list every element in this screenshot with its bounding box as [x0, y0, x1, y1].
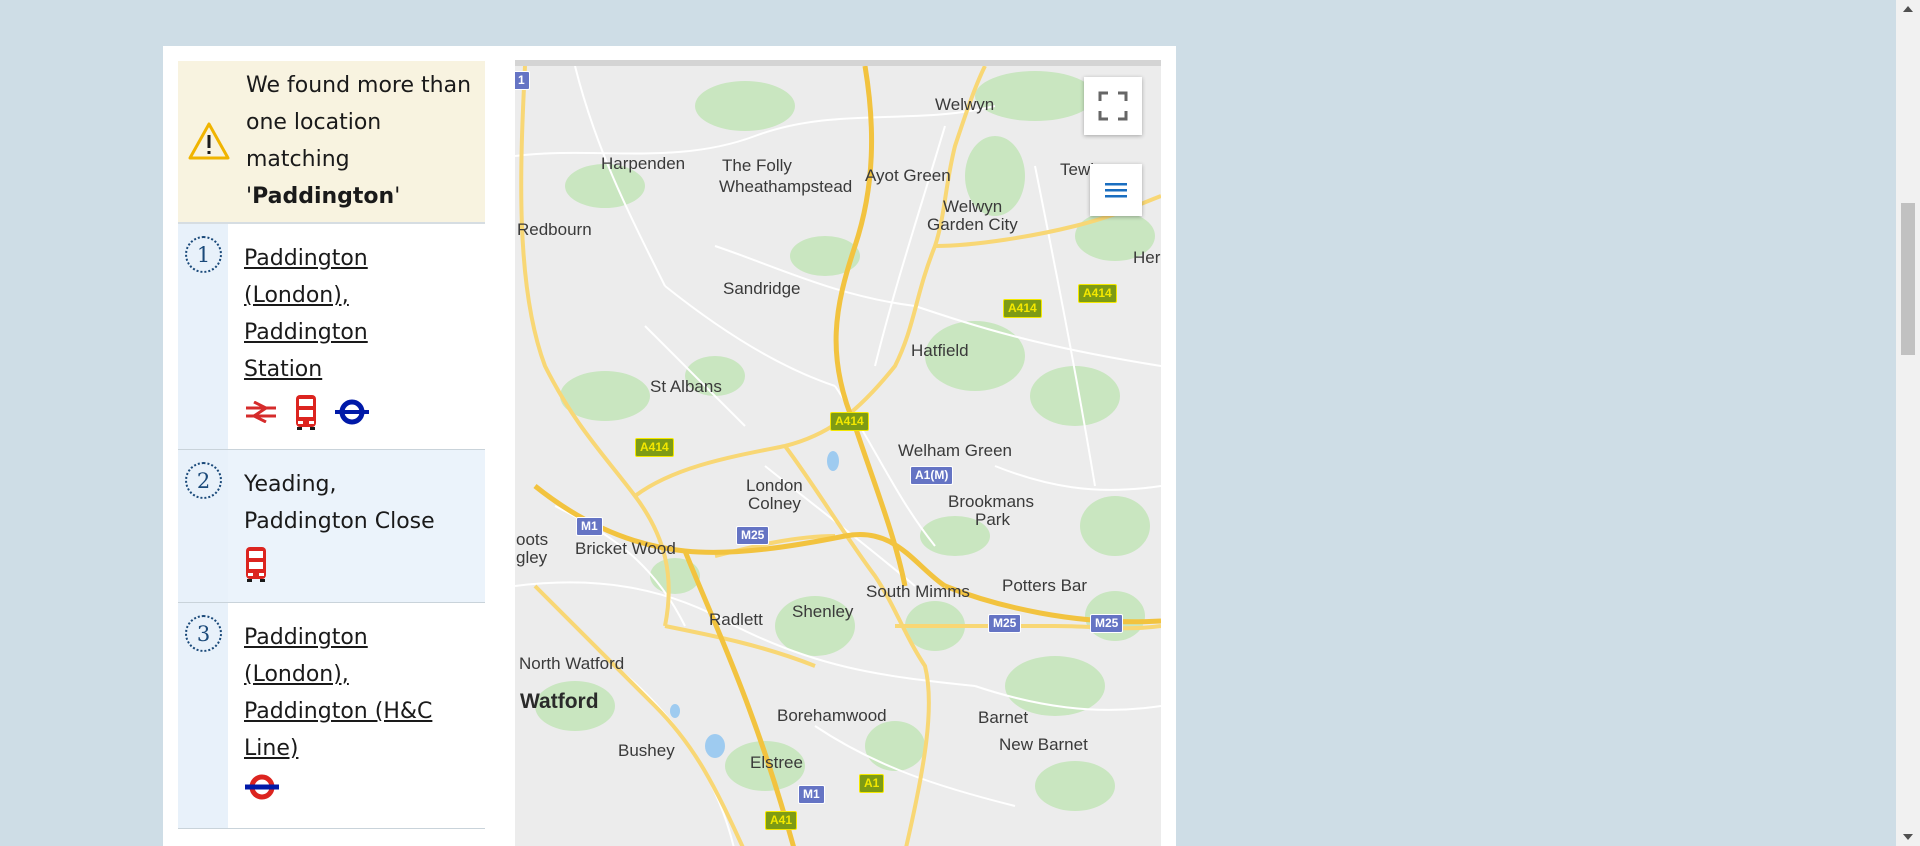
- number-column: 3: [178, 603, 228, 828]
- place-label: New Barnet: [999, 735, 1088, 754]
- map-menu-button[interactable]: [1090, 164, 1142, 216]
- place-label: oots: [516, 530, 549, 549]
- transport-modes: [244, 540, 475, 600]
- warning-line-1: We found more than: [246, 73, 472, 98]
- place-label: Hatfield: [911, 341, 969, 360]
- road-shield: A1(M): [910, 466, 954, 485]
- result-number: 2: [185, 462, 222, 499]
- transport-modes: [244, 388, 475, 448]
- place-label: The Folly: [722, 156, 792, 175]
- result-link-line[interactable]: Paddington: [244, 625, 368, 650]
- list-item[interactable]: 3 Paddington (London), Paddington (H&C L…: [178, 603, 485, 829]
- result-title[interactable]: Paddington (London), Paddington Station: [244, 240, 475, 388]
- warning-line-3: matching: [246, 147, 350, 172]
- result-title-line: Yeading,: [244, 472, 337, 497]
- scroll-up-arrow-icon[interactable]: [1903, 6, 1913, 12]
- place-label: Potters Bar: [1002, 576, 1088, 595]
- place-label: Wheathampstead: [719, 177, 853, 196]
- place-label: Borehamwood: [777, 706, 887, 725]
- result-link-line[interactable]: Paddington: [244, 320, 368, 345]
- place-label: Watford: [520, 690, 599, 713]
- place-label: Welwyn: [943, 197, 1003, 216]
- place-label: Radlett: [709, 610, 763, 629]
- place-label: Bricket Wood: [575, 539, 676, 558]
- place-label: Welwyn: [935, 95, 995, 114]
- bus-icon: [246, 547, 266, 582]
- warning-icon: [188, 122, 230, 160]
- overground-icon: [335, 399, 369, 425]
- result-title[interactable]: Paddington (London), Paddington (H&C Lin…: [244, 619, 475, 767]
- place-label: Park: [975, 510, 1010, 529]
- place-label: Colney: [748, 494, 801, 513]
- warning-message: We found more than one location matching…: [246, 67, 477, 215]
- fullscreen-button[interactable]: [1084, 77, 1142, 135]
- search-query: Paddington: [252, 184, 395, 209]
- road-shield: A1: [859, 774, 885, 793]
- number-column: 2: [178, 450, 228, 602]
- place-label: Sandridge: [723, 279, 801, 298]
- underground-icon: [245, 774, 279, 800]
- place-label: Garden City: [927, 215, 1018, 234]
- bus-icon: [296, 395, 316, 430]
- result-link-line[interactable]: (London),: [244, 283, 349, 308]
- quote-close: ': [394, 184, 401, 209]
- result-link-line[interactable]: Paddington (H&C: [244, 699, 432, 724]
- national-rail-icon: [246, 401, 276, 423]
- place-label: South Mimms: [866, 582, 970, 601]
- result-link-line[interactable]: Station: [244, 357, 322, 382]
- road-shield: A414: [1003, 299, 1042, 318]
- place-label: gley: [516, 548, 548, 567]
- transport-modes: [244, 767, 475, 819]
- place-label: Barnet: [978, 708, 1029, 727]
- road-shield: A414: [830, 412, 869, 431]
- results-list: We found more than one location matching…: [178, 61, 485, 846]
- place-label: Harpenden: [601, 154, 686, 173]
- place-label: Elstree: [750, 753, 803, 772]
- place-label: Her: [1133, 248, 1161, 267]
- place-label: St Albans: [650, 377, 722, 396]
- road-shield: A41: [765, 811, 798, 830]
- result-number: 1: [185, 236, 222, 273]
- result-title: Yeading, Paddington Close: [244, 466, 475, 540]
- road-shield: A414: [1078, 284, 1117, 303]
- result-link-line[interactable]: Line): [244, 736, 298, 761]
- result-link-line[interactable]: (London),: [244, 662, 349, 687]
- scrollbar-thumb[interactable]: [1901, 203, 1915, 355]
- warning-line-4: 'Paddington': [246, 178, 477, 215]
- result-title-line: Paddington Close: [244, 509, 435, 534]
- scroll-down-arrow-icon[interactable]: [1903, 834, 1913, 840]
- road-shield: M25: [1090, 614, 1124, 633]
- place-label: Shenley: [792, 602, 854, 621]
- road-shield: M25: [988, 614, 1022, 633]
- map[interactable]: Welwyn Harpenden The Folly Wheathampstea…: [515, 60, 1161, 846]
- result-link-line[interactable]: Paddington: [244, 246, 368, 271]
- place-label: Bushey: [618, 741, 675, 760]
- page-scrollbar[interactable]: [1896, 0, 1920, 846]
- place-label: Redbourn: [517, 220, 592, 239]
- place-label: London: [746, 476, 803, 495]
- road-shield: 1: [515, 71, 530, 90]
- place-label: North Watford: [519, 654, 625, 673]
- menu-icon: [1105, 183, 1127, 198]
- road-shield: M1: [798, 785, 825, 804]
- road-shield: M25: [736, 526, 770, 545]
- place-label: Ayot Green: [865, 166, 951, 185]
- list-item[interactable]: 1 Paddington (London), Paddington Statio…: [178, 224, 485, 450]
- fullscreen-icon: [1098, 91, 1128, 121]
- road-shield: A414: [635, 438, 674, 457]
- list-item[interactable]: 2 Yeading, Paddington Close: [178, 450, 485, 603]
- place-label: Brookmans: [948, 492, 1034, 511]
- road-shield: M1: [576, 517, 603, 536]
- place-label: Welham Green: [898, 441, 1013, 460]
- warning-line-2: one location: [246, 110, 382, 135]
- result-number: 3: [185, 615, 222, 652]
- number-column: 1: [178, 224, 228, 449]
- multiple-locations-warning: We found more than one location matching…: [178, 61, 485, 222]
